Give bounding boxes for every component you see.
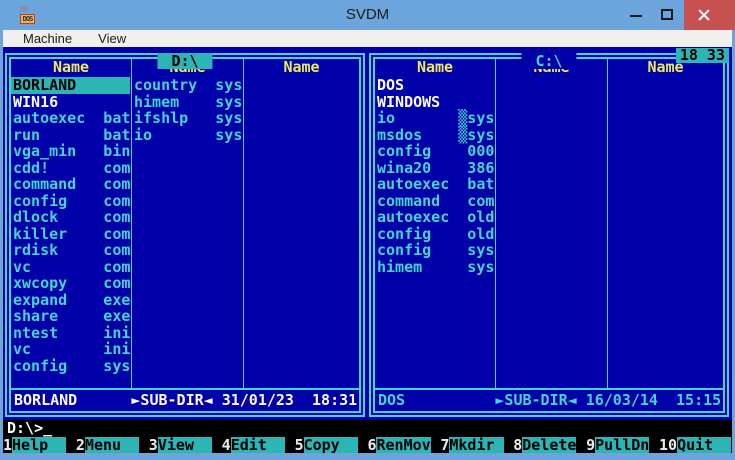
- file-row[interactable]: dlock com: [11, 209, 131, 226]
- file-row[interactable]: vc ini: [11, 341, 131, 358]
- directory-row[interactable]: BORLAND: [11, 77, 130, 94]
- column-header[interactable]: Name: [375, 59, 495, 77]
- function-key-number: 4: [221, 437, 231, 453]
- file-list: country sys himem sys ifshlp sys io sys: [132, 77, 243, 143]
- file-row[interactable]: run bat: [11, 126, 131, 144]
- file-row[interactable]: config old: [375, 225, 495, 243]
- close-button[interactable]: [684, 0, 735, 30]
- directory-row[interactable]: WINDOWS: [375, 93, 495, 111]
- function-key-4[interactable]: 4 Edit: [222, 437, 295, 453]
- file-row[interactable]: share exe: [11, 308, 131, 325]
- function-key-number: 8: [513, 437, 523, 453]
- minimize-button[interactable]: [620, 0, 652, 30]
- dos-screen: 18 33 D:\ Name BORLAND WIN16 autoexec ba…: [3, 47, 732, 453]
- right-panel: C:\ Name DOS WINDOWS io ▒sys msdos ▒sys co…: [369, 53, 729, 417]
- function-key-number: 6: [367, 437, 377, 453]
- command-line[interactable]: D:\>_: [3, 420, 732, 437]
- clock: 18 33: [675, 48, 729, 63]
- function-key-number: 3: [148, 437, 158, 453]
- column-header[interactable]: Name: [11, 59, 131, 77]
- svdm-window: { "window": { "title": "SVDM", "menu_ite…: [0, 0, 735, 460]
- left-panel-column-2: Name country syshimem sysifshlp sysio sy…: [132, 59, 244, 388]
- function-key-label: Quit: [677, 437, 732, 453]
- left-panel-column-1: Name BORLAND WIN16 autoexec bat run bat vg…: [11, 59, 132, 388]
- function-key-7[interactable]: 7 Mkdir: [440, 437, 513, 453]
- text-cursor: _: [43, 419, 53, 437]
- file-row[interactable]: himem sys: [375, 258, 495, 276]
- maximize-icon: [661, 9, 673, 20]
- titlebar: MS DOS SVDM: [0, 0, 735, 30]
- file-row[interactable]: wina20 386: [375, 159, 495, 177]
- function-key-label: Help: [12, 437, 67, 453]
- file-row[interactable]: killer com: [11, 225, 131, 243]
- menu-bar: Machine View: [3, 30, 732, 47]
- right-drive-label[interactable]: C:\: [521, 53, 577, 69]
- file-row[interactable]: himem sys: [132, 93, 243, 111]
- file-row[interactable]: config sys: [11, 357, 131, 375]
- file-list: BORLAND WIN16 autoexec bat run bat vga_min…: [11, 77, 131, 374]
- right-panel-status: DOS ►SUB-DIR◄ 16/03/14 15:15: [378, 391, 722, 409]
- file-row[interactable]: rdisk com: [11, 242, 131, 259]
- file-row[interactable]: msdos ▒sys: [375, 126, 495, 144]
- file-row[interactable]: ifshlp sys: [132, 110, 243, 127]
- file-row[interactable]: autoexec bat: [11, 110, 131, 127]
- file-row[interactable]: cdd! com: [11, 159, 131, 177]
- file-row[interactable]: config com: [11, 192, 131, 210]
- function-key-1[interactable]: 1 Help: [3, 437, 76, 453]
- function-key-number: 2: [75, 437, 85, 453]
- function-key-label: RenMov: [376, 437, 431, 453]
- window-controls: [620, 0, 735, 30]
- left-panel-column-3: Name: [244, 59, 359, 388]
- file-row[interactable]: config 000: [375, 143, 495, 160]
- left-panel-status: BORLAND ►SUB-DIR◄ 31/01/23 18:31: [14, 391, 358, 409]
- file-row[interactable]: io ▒sys: [375, 110, 495, 127]
- file-row[interactable]: io sys: [132, 126, 243, 144]
- file-row[interactable]: xwcopy com: [11, 275, 131, 292]
- function-key-label: Edit: [230, 437, 285, 453]
- directory-row[interactable]: DOS: [375, 77, 495, 94]
- minimize-icon: [630, 15, 642, 17]
- command-prompt: D:\>: [7, 419, 44, 437]
- left-drive-label[interactable]: D:\: [157, 53, 213, 69]
- file-row[interactable]: autoexec bat: [375, 176, 495, 193]
- menu-item-view[interactable]: View: [98, 31, 126, 46]
- function-key-label: PullDn: [595, 437, 650, 453]
- file-row[interactable]: autoexec old: [375, 209, 495, 226]
- file-list: DOS WINDOWS io ▒sys msdos ▒sys config 000 w…: [375, 77, 495, 275]
- function-key-5[interactable]: 5 Copy: [295, 437, 368, 453]
- file-row[interactable]: command com: [375, 192, 495, 210]
- function-key-label: Mkdir: [449, 437, 504, 453]
- right-panel-column-1: Name DOS WINDOWS io ▒sys msdos ▒sys config…: [375, 59, 496, 388]
- function-key-3[interactable]: 3 View: [149, 437, 222, 453]
- directory-row[interactable]: WIN16: [11, 93, 131, 111]
- function-key-8[interactable]: 8 Delete: [513, 437, 586, 453]
- file-row[interactable]: config sys: [375, 242, 495, 259]
- function-key-label: Delete: [522, 437, 577, 453]
- file-row[interactable]: command com: [11, 176, 131, 193]
- file-row[interactable]: country sys: [132, 77, 243, 94]
- file-row[interactable]: vga_min bin: [11, 143, 131, 160]
- maximize-button[interactable]: [652, 0, 684, 30]
- function-key-number: 10: [659, 437, 678, 453]
- function-key-label: Copy: [303, 437, 358, 453]
- left-panel: D:\ Name BORLAND WIN16 autoexec bat run b…: [5, 53, 365, 417]
- function-key-bar: 1 Help 2 Menu 3 View 4 Edit 5 Copy 6 RenMov 7 Mk…: [3, 437, 732, 453]
- function-key-2[interactable]: 2 Menu: [76, 437, 149, 453]
- file-row[interactable]: vc com: [11, 258, 131, 276]
- function-key-number: 5: [294, 437, 304, 453]
- column-header[interactable]: Name: [244, 59, 359, 77]
- file-row[interactable]: expand exe: [11, 291, 131, 309]
- function-key-number: 9: [586, 437, 596, 453]
- function-key-label: View: [157, 437, 212, 453]
- function-key-9[interactable]: 9 PullDn: [586, 437, 659, 453]
- function-key-6[interactable]: 6 RenMov: [367, 437, 440, 453]
- function-key-number: 7: [440, 437, 450, 453]
- function-key-10[interactable]: 10 Quit: [659, 437, 732, 453]
- right-panel-column-3: Name: [608, 59, 723, 388]
- right-panel-column-2: Name: [496, 59, 608, 388]
- file-row[interactable]: ntest ini: [11, 324, 131, 342]
- function-key-label: Menu: [84, 437, 140, 453]
- function-key-number: 1: [3, 437, 13, 453]
- menu-item-machine[interactable]: Machine: [23, 31, 72, 46]
